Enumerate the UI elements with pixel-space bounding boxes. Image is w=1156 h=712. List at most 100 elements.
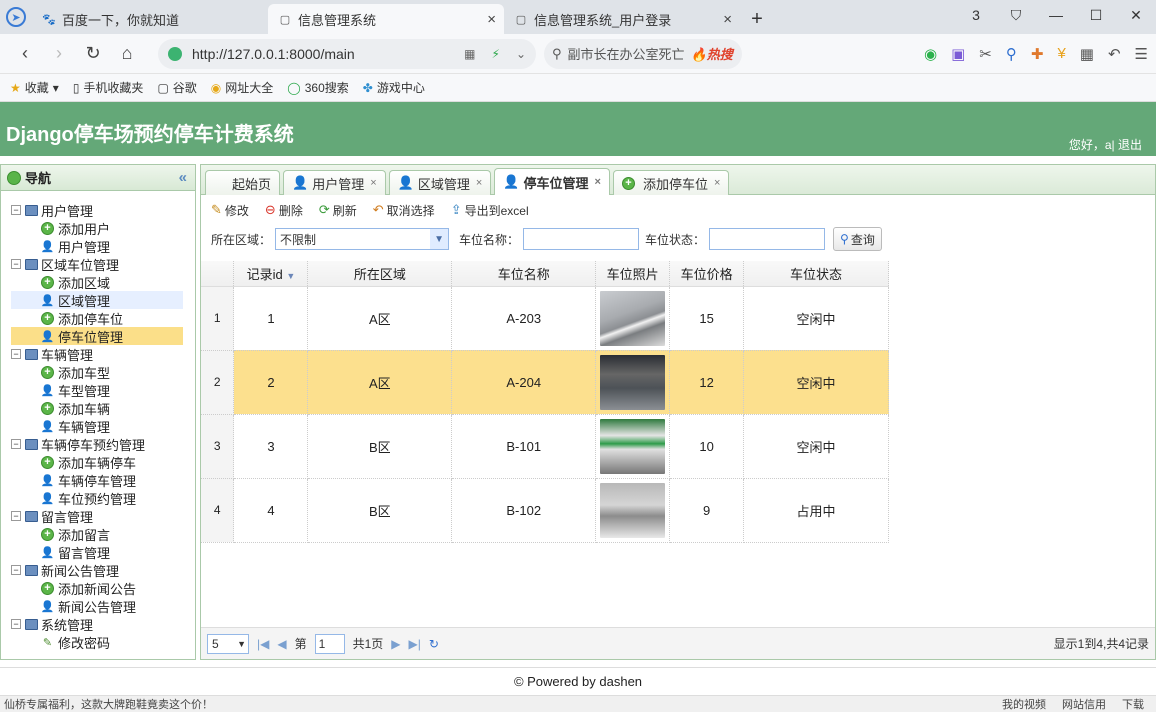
undo-icon[interactable]: ↶ xyxy=(1108,45,1121,63)
table-row[interactable]: 4 4 B区 B-102 9 占用中 xyxy=(201,478,889,543)
sidebar-item-change-password[interactable]: ✎ 修改密码 xyxy=(11,633,183,651)
bookmark-item[interactable]: ◯ 360搜索 xyxy=(287,79,348,96)
bookmark-item[interactable]: ◉ 网址大全 xyxy=(211,79,274,96)
last-page-icon[interactable]: ▶| xyxy=(409,637,421,651)
tab-space-manage[interactable]: 👤 停车位管理 × xyxy=(494,168,610,195)
browser-tab-baidu[interactable]: 🐾 百度一下，你就知道 xyxy=(32,4,268,34)
cancel-select-button[interactable]: ↶ 取消选择 xyxy=(373,202,435,219)
sidebar-item-reserve-manage[interactable]: 👤 车位预约管理 xyxy=(11,489,183,507)
sidebar-item-space-manage[interactable]: 👤 停车位管理 xyxy=(11,327,183,345)
tree-group-users[interactable]: − 用户管理 xyxy=(11,201,195,219)
tree-group-area[interactable]: − 区域车位管理 xyxy=(11,255,195,273)
next-page-icon[interactable]: ▶ xyxy=(391,637,400,651)
close-window-icon[interactable]: ✕ xyxy=(1116,7,1156,24)
page-number-input[interactable]: 1 xyxy=(314,633,345,654)
query-button[interactable]: ⚲ 查询 xyxy=(833,227,882,251)
close-icon[interactable]: × xyxy=(476,177,482,189)
tab-count-badge[interactable]: 3 xyxy=(956,7,996,23)
search-input[interactable]: ⚲ 副市长在办公室死亡 🔥热搜 xyxy=(544,38,742,69)
name-input[interactable] xyxy=(523,228,640,250)
collapse-toggle-icon[interactable]: − xyxy=(11,511,21,521)
browser-tab-login[interactable]: ▢ 信息管理系统_用户登录 × xyxy=(504,4,740,34)
prev-page-icon[interactable]: ◀ xyxy=(277,637,286,651)
browser-tab-info-system[interactable]: ▢ 信息管理系统 × xyxy=(268,4,504,34)
status-download[interactable]: 下载 xyxy=(1122,696,1144,712)
maximize-icon[interactable]: ☐ xyxy=(1076,7,1116,24)
collapse-icon[interactable]: « xyxy=(179,169,187,186)
export-excel-button[interactable]: ⇪ 导出到excel xyxy=(451,202,529,219)
back-button[interactable]: ‹ xyxy=(8,39,42,69)
sidebar-item-area-manage[interactable]: 👤 区域管理 xyxy=(11,291,183,309)
new-tab-button[interactable]: + xyxy=(740,4,774,34)
bookmark-item[interactable]: ✤ 游戏中心 xyxy=(363,79,425,96)
sidebar-item-add-area[interactable]: + 添加区域 xyxy=(11,273,183,291)
tree-group-reservation[interactable]: − 车辆停车预约管理 xyxy=(11,435,195,453)
delete-button[interactable]: ⊖ 删除 xyxy=(265,202,303,219)
column-header[interactable]: 车位照片 xyxy=(595,261,671,287)
qr-icon[interactable]: ▦ xyxy=(464,47,475,61)
column-header[interactable]: 所在区域 xyxy=(307,261,453,287)
reload-button[interactable]: ↻ xyxy=(76,39,110,69)
sidebar-item-parking-manage[interactable]: 👤 车辆停车管理 xyxy=(11,471,183,489)
collapse-toggle-icon[interactable]: − xyxy=(11,565,21,575)
sidebar-item-model-manage[interactable]: 👤 车型管理 xyxy=(11,381,183,399)
home-button[interactable]: ⌂ xyxy=(110,39,144,69)
user-greeting[interactable]: 您好，a| 退出 xyxy=(1069,136,1142,153)
sidebar-item-add-vehicle[interactable]: + 添加车辆 xyxy=(11,399,183,417)
table-row[interactable]: 2 2 A区 A-204 12 空闲中 xyxy=(201,350,889,415)
sidebar-item-add-model[interactable]: + 添加车型 xyxy=(11,363,183,381)
tab-area-manage[interactable]: 👤 区域管理 × xyxy=(388,170,492,195)
sidebar-item-news-manage[interactable]: 👤 新闻公告管理 xyxy=(11,597,183,615)
bookmark-item[interactable]: ★ 收藏 ▾ xyxy=(10,79,59,96)
chat-icon[interactable]: ◉ xyxy=(924,45,937,63)
area-select[interactable]: 不限制 ▼ xyxy=(275,228,450,250)
column-header[interactable]: 车位价格 xyxy=(669,261,745,287)
lightning-icon[interactable]: ⚡ xyxy=(492,47,500,61)
chevron-down-icon[interactable]: ▼ xyxy=(430,229,449,249)
collapse-toggle-icon[interactable]: − xyxy=(11,439,21,449)
url-field[interactable]: http://127.0.0.1:8000/main ▦ ⚡ ⌄ xyxy=(158,38,536,69)
close-icon[interactable]: × xyxy=(714,177,720,189)
column-header[interactable]: 车位名称 xyxy=(451,261,597,287)
close-tab-icon[interactable]: × xyxy=(723,11,732,28)
refresh-button[interactable]: ⟳ 刷新 xyxy=(319,202,357,219)
sidebar-item-add-space[interactable]: + 添加停车位 xyxy=(11,309,183,327)
reload-icon[interactable]: ↻ xyxy=(429,637,439,651)
close-tab-icon[interactable]: × xyxy=(487,11,496,28)
grid-icon[interactable]: ▦ xyxy=(1080,45,1094,63)
tree-group-vehicle[interactable]: − 车辆管理 xyxy=(11,345,195,363)
column-header[interactable]: 记录id ▼ xyxy=(233,261,309,287)
tree-group-message[interactable]: − 留言管理 xyxy=(11,507,195,525)
translate-icon[interactable]: ▣ xyxy=(951,45,965,63)
collapse-toggle-icon[interactable]: − xyxy=(11,259,21,269)
status-video[interactable]: 我的视频 xyxy=(1002,696,1046,712)
tab-add-space[interactable]: + 添加停车位 × xyxy=(612,170,730,195)
sidebar-item-add-news[interactable]: + 添加新闻公告 xyxy=(11,579,183,597)
collapse-toggle-icon[interactable]: − xyxy=(11,349,21,359)
sidebar-item-add-message[interactable]: + 添加留言 xyxy=(11,525,183,543)
minimize-icon[interactable]: — xyxy=(1036,7,1076,23)
forward-button[interactable]: › xyxy=(42,39,76,69)
tree-group-news[interactable]: − 新闻公告管理 xyxy=(11,561,195,579)
sidebar-item-user-manage[interactable]: 👤 用户管理 xyxy=(11,237,183,255)
table-row[interactable]: 3 3 B区 B-101 10 空闲中 xyxy=(201,414,889,479)
status-news[interactable]: 仙桥专属福利，这款大牌跑鞋竟卖这个价！ xyxy=(4,696,213,712)
coin-icon[interactable]: ¥ xyxy=(1057,45,1065,62)
sidebar-item-message-manage[interactable]: 👤 留言管理 xyxy=(11,543,183,561)
edit-button[interactable]: ✎ 修改 xyxy=(211,202,249,219)
shirt-icon[interactable]: ⛉ xyxy=(996,7,1036,24)
menu-icon[interactable]: ☰ xyxy=(1135,45,1148,63)
sidebar-item-add-user[interactable]: + 添加用户 xyxy=(11,219,183,237)
status-input[interactable] xyxy=(709,228,826,250)
close-icon[interactable]: × xyxy=(595,176,601,188)
tree-group-system[interactable]: − 系统管理 xyxy=(11,615,195,633)
table-row[interactable]: 1 1 A区 A-203 15 空闲中 xyxy=(201,286,889,351)
tab-home[interactable]: 起始页 xyxy=(205,170,281,195)
hot-search-badge[interactable]: 🔥热搜 xyxy=(691,44,733,63)
gamepad-icon[interactable]: ✚ xyxy=(1031,45,1044,63)
column-header[interactable]: 车位状态 xyxy=(743,261,889,287)
chevron-down-icon[interactable]: ⌄ xyxy=(516,47,526,61)
scissors-icon[interactable]: ✂ xyxy=(979,45,992,63)
bookmark-item[interactable]: ▢ 谷歌 xyxy=(157,79,196,96)
page-size-select[interactable]: 5 ▼ xyxy=(207,633,249,654)
